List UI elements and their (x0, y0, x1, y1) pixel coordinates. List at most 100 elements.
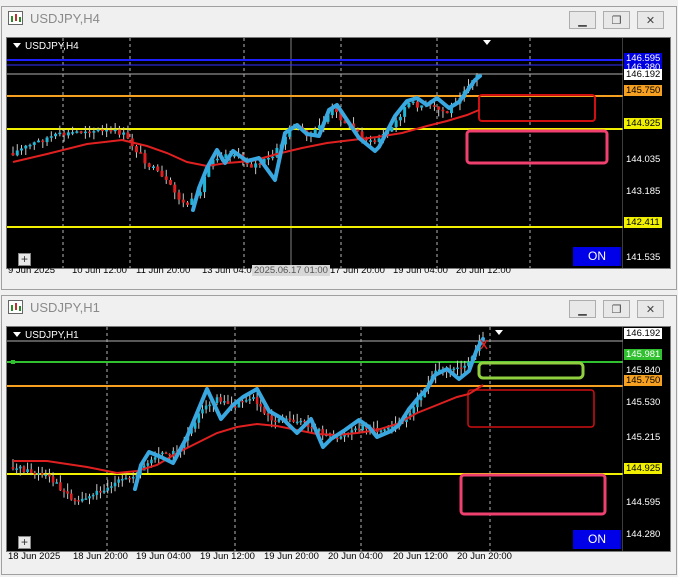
candle-bear (33, 472, 37, 475)
candle-bear (139, 152, 143, 154)
candle-bull (215, 158, 219, 161)
restore-button[interactable]: ❐ (603, 300, 630, 318)
chart-area[interactable]: USDJPY,H4 146.595 146.380 146.192 145.75… (6, 37, 671, 269)
candle-bull (420, 105, 424, 108)
price-label: 146.192 (624, 69, 663, 80)
close-icon: ✕ (645, 303, 656, 316)
title-bar[interactable]: USDJPY,H4 ▁ ❐ ✕ (2, 7, 676, 29)
candle-bear (432, 105, 436, 107)
price-plot[interactable] (7, 38, 623, 268)
minimize-button[interactable]: ▁ (569, 11, 596, 29)
candle-bear (59, 482, 62, 491)
time-label: 17 Jun 20:00 (330, 265, 385, 276)
candle-bear (357, 428, 361, 431)
candle-bull (379, 430, 383, 433)
on-button[interactable]: ON (573, 247, 621, 266)
candle-bear (73, 499, 77, 502)
candle-bear (173, 184, 177, 193)
candle-bull (84, 498, 88, 500)
candle-bull (361, 425, 365, 431)
zone-green (477, 361, 585, 380)
candle-bull (24, 145, 28, 149)
title-bar[interactable]: USDJPY,H1 ▁ ❐ ✕ (2, 296, 676, 318)
symbol-label[interactable]: USDJPY,H4 (13, 41, 79, 52)
candle-bull (88, 496, 91, 499)
candle-bear (69, 493, 73, 500)
price-label: 145.750 (624, 375, 663, 386)
candle-bear (459, 367, 463, 370)
chart-area[interactable]: USDJPY,H1 146.192 145.981 145.840 145.75… (6, 326, 671, 552)
candle-bull (80, 498, 84, 502)
candle-bear (22, 466, 26, 473)
time-label: 19 Jun 20:00 (264, 551, 319, 562)
time-axis: 18 Jun 2025 18 Jun 20:00 19 Jun 04:00 19 Ju… (6, 549, 671, 567)
chart-window-icon (8, 11, 23, 25)
zone-red (467, 389, 595, 428)
candle-bull (105, 129, 109, 132)
minimize-icon: ▁ (578, 303, 587, 316)
candle-bear (259, 403, 263, 407)
close-button[interactable]: ✕ (637, 300, 664, 318)
candle-bull (106, 487, 110, 491)
window-title: USDJPY,H4 (30, 11, 100, 26)
candle-bear (373, 140, 377, 143)
candle-bull (121, 478, 124, 481)
moving-average (12, 109, 480, 168)
price-label: 145.750 (624, 85, 663, 96)
price-plot[interactable] (7, 327, 623, 551)
shift-marker-icon (495, 330, 503, 335)
time-label: 18 Jun 2025 (8, 551, 61, 562)
zone-pink (459, 473, 607, 516)
plus-icon[interactable]: + (18, 536, 31, 549)
candle-bear (164, 176, 168, 180)
candle-bull (66, 132, 70, 136)
candle-bear (241, 400, 244, 403)
h1-chart-svg[interactable] (7, 327, 623, 552)
candle-bear (88, 131, 92, 134)
candle-bull (26, 469, 29, 473)
plus-icon[interactable]: + (18, 253, 31, 266)
candle-bear (168, 453, 171, 456)
close-button[interactable]: ✕ (637, 11, 664, 29)
price-scale[interactable]: 146.192 145.981 145.840 145.750 145.530 145.2… (622, 327, 670, 551)
candle-bull (339, 436, 343, 439)
candle-bull (58, 132, 62, 135)
candle-bull (299, 420, 303, 423)
candle-bull (412, 407, 416, 414)
candle-bull (102, 490, 106, 493)
on-button[interactable]: ON (573, 530, 621, 549)
candle-bull (83, 131, 87, 134)
price-label: 144.280 (626, 529, 661, 540)
dropdown-triangle-icon (13, 43, 21, 48)
candle-bull (411, 101, 415, 104)
period-separators (62, 38, 531, 268)
candle-bear (62, 132, 66, 136)
candle-bull (215, 397, 219, 403)
price-scale[interactable]: 146.595 146.380 146.192 145.750 144.925 144.0… (622, 38, 670, 268)
candle-bear (164, 452, 168, 455)
candle-bear (219, 397, 222, 402)
restore-button[interactable]: ❐ (603, 11, 630, 29)
candle-bear (41, 140, 45, 143)
zone-pink (465, 129, 609, 165)
candle-bull (150, 459, 153, 464)
h4-chart-svg[interactable] (7, 38, 623, 269)
minimize-button[interactable]: ▁ (569, 300, 596, 318)
candle-bear (249, 164, 253, 168)
candle-bull (232, 155, 236, 157)
candle-bear (288, 418, 292, 420)
price-label: 145.215 (626, 432, 661, 443)
symbol-label[interactable]: USDJPY,H1 (13, 330, 79, 341)
minimize-icon: ▁ (578, 14, 587, 27)
candles (11, 73, 479, 208)
candle-bear (270, 415, 273, 421)
candle-bear (100, 129, 104, 132)
price-label: 141.535 (626, 252, 661, 263)
candle-bear (48, 474, 51, 477)
time-label: 20 Jun 12:00 (456, 265, 511, 276)
candle-bull (91, 494, 95, 497)
chart-window-h4: USDJPY,H4 ▁ ❐ ✕ USDJPY,H4 146.595 146.38… (1, 6, 677, 290)
candle-bear (292, 419, 295, 422)
candle-bear (11, 467, 15, 470)
candle-bear (437, 106, 441, 110)
